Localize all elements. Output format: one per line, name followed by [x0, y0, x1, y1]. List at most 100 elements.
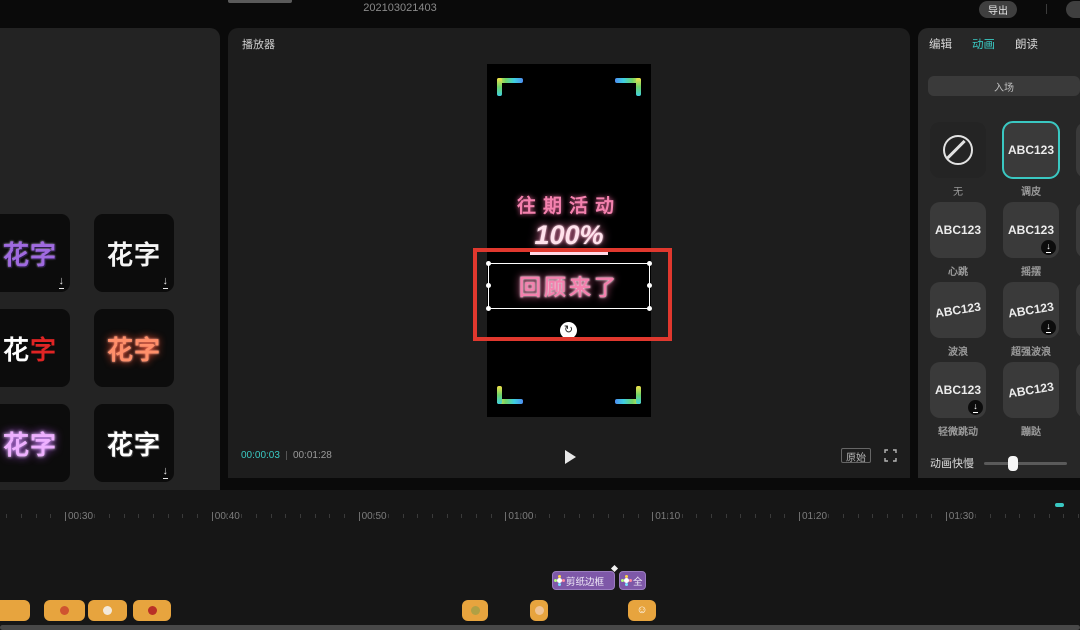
- ruler-tick: [535, 514, 536, 518]
- animation-thumbnail: ABC123: [1076, 202, 1080, 258]
- ruler-tick: [638, 514, 639, 518]
- emoji-sticker-icon: [148, 606, 157, 615]
- emoji-sticker-clip[interactable]: [530, 600, 548, 621]
- fancy-text-style[interactable]: 花字: [0, 309, 70, 387]
- animation-option[interactable]: ABC123 ↓ 超强波浪: [1003, 282, 1059, 355]
- animation-option[interactable]: ABC123 ↓ 摇摆: [1003, 202, 1059, 275]
- emoji-sticker-icon: [471, 606, 480, 615]
- annotation-highlight-box: [473, 248, 672, 341]
- animation-thumbnail: ABC123: [1003, 122, 1059, 178]
- animation-grid: 无 ABC123 调皮 ABC123: [930, 122, 1080, 435]
- ruler-tick: [1005, 514, 1006, 518]
- fullscreen-icon[interactable]: [884, 449, 897, 462]
- playback-time: 00:00:03 00:01:28: [241, 450, 332, 461]
- ruler-tick: [94, 514, 95, 518]
- entrance-section-button[interactable]: 入场: [928, 76, 1080, 96]
- fancy-text-grid: 花字 ↓ 花字 ↓ 花字 花字 花字: [0, 214, 190, 482]
- export-button[interactable]: 导出: [979, 1, 1017, 18]
- animation-option[interactable]: ABC123 蹦跶: [1003, 362, 1059, 435]
- emoji-sticker-clip[interactable]: [88, 600, 127, 621]
- ruler-tick: [315, 514, 316, 518]
- ruler-tick: [579, 514, 580, 518]
- ruler-tick: [271, 514, 272, 518]
- play-button[interactable]: [565, 449, 581, 465]
- ruler-tick: [990, 514, 991, 518]
- panel-tab[interactable]: 动画: [972, 36, 995, 52]
- ruler-tick: [814, 514, 815, 518]
- animation-thumb-text: ABC123: [1008, 143, 1054, 157]
- ruler-tick: [461, 514, 462, 518]
- emoji-sticker-icon: [103, 606, 112, 615]
- sticker-clip-label: 全: [633, 574, 643, 588]
- ruler-tick: [388, 514, 389, 518]
- ruler-tick: [109, 514, 110, 518]
- fancy-text-style[interactable]: 花字 ↓: [94, 214, 174, 292]
- sticker-icon: [624, 578, 629, 583]
- original-quality-button[interactable]: 原始: [841, 448, 871, 463]
- animation-speed-slider[interactable]: [984, 462, 1067, 465]
- fancy-text-style[interactable]: 花字: [0, 404, 70, 482]
- animation-option[interactable]: ABC123 波浪: [930, 282, 986, 355]
- animation-option[interactable]: ABC123 调皮: [1003, 122, 1059, 195]
- sticker-clip[interactable]: 剪纸边框: [552, 571, 615, 590]
- animation-option[interactable]: ABC123: [1076, 282, 1080, 355]
- fancy-text-style[interactable]: 花字 ↓: [94, 404, 174, 482]
- emoji-sticker-clip[interactable]: [0, 600, 30, 621]
- emoji-sticker-icon: [535, 606, 544, 615]
- ruler-tick: [447, 514, 448, 518]
- emoji-sticker-clip[interactable]: ☺: [628, 600, 656, 621]
- animation-thumbnail: ABC123: [1003, 362, 1059, 418]
- ruler-tick: [667, 514, 668, 518]
- total-time: 00:01:28: [293, 450, 332, 461]
- timeline-ruler[interactable]: 00:3000:4000:5001:0001:1001:2001:30: [0, 505, 1080, 531]
- ruler-tick: [975, 514, 976, 518]
- frame-corner-icon: [615, 382, 641, 404]
- ruler-tick: [168, 514, 169, 518]
- video-preview[interactable]: 往期活动 100% 回顾来了 ↻: [487, 64, 651, 417]
- animation-label: 轻微跳动: [938, 423, 978, 435]
- download-icon: ↓: [163, 276, 169, 289]
- emoji-sticker-clip[interactable]: [133, 600, 171, 621]
- ruler-tick: [549, 514, 550, 518]
- animation-option[interactable]: ABC123: [1076, 122, 1080, 195]
- ruler-tick: [6, 514, 7, 518]
- ruler-tick: [182, 514, 183, 518]
- emoji-sticker-clip[interactable]: [462, 600, 488, 621]
- emoji-sticker-clip[interactable]: [44, 600, 85, 621]
- slider-handle[interactable]: [1008, 456, 1018, 471]
- animation-thumbnail: ABC123: [1076, 362, 1080, 418]
- ruler-tick: [403, 514, 404, 518]
- panel-tab[interactable]: 编辑: [929, 36, 952, 52]
- ruler-tick: [682, 514, 683, 518]
- animation-thumbnail: ABC123: [930, 202, 986, 258]
- fancy-text-preview: 花字: [3, 330, 57, 367]
- ruler-tick: [329, 514, 330, 518]
- animation-option[interactable]: ABC123: [1076, 362, 1080, 435]
- ruler-tick: [1019, 514, 1020, 518]
- panel-tab[interactable]: 朗读: [1015, 36, 1038, 52]
- animation-thumbnail: ABC123: [930, 282, 986, 338]
- fancy-text-style[interactable]: 花字 ↓: [0, 214, 70, 292]
- top-tab-indicator: [228, 0, 292, 3]
- timeline-scrollbar[interactable]: [0, 625, 1080, 630]
- fancy-text-style[interactable]: 花字: [94, 309, 174, 387]
- animation-option[interactable]: ABC123 心跳: [930, 202, 986, 275]
- animation-label: 无: [953, 183, 963, 195]
- animation-thumb-text: ABC123: [1007, 299, 1055, 320]
- animation-option[interactable]: ABC123 ↓ 轻微跳动: [930, 362, 986, 435]
- sticker-clip[interactable]: 全: [619, 571, 646, 590]
- animation-option[interactable]: 无: [930, 122, 986, 195]
- fancy-text-preview: 花字: [3, 425, 57, 462]
- animation-speed-row: 动画快慢: [930, 455, 1080, 471]
- animation-thumbnail: ABC123: [1076, 282, 1080, 338]
- topbar-extra-button[interactable]: [1066, 1, 1080, 18]
- ruler-tick: [711, 514, 712, 518]
- ruler-tick: [784, 514, 785, 518]
- panel-tabs: 编辑 动画 朗读: [929, 36, 1038, 52]
- fancy-text-preview: 花字: [3, 235, 57, 272]
- animation-option[interactable]: ABC123: [1076, 202, 1080, 275]
- ruler-tick: [344, 514, 345, 518]
- download-icon: ↓: [1041, 240, 1056, 255]
- ruler-tick: [21, 514, 22, 518]
- ruler-tick: [1063, 514, 1064, 518]
